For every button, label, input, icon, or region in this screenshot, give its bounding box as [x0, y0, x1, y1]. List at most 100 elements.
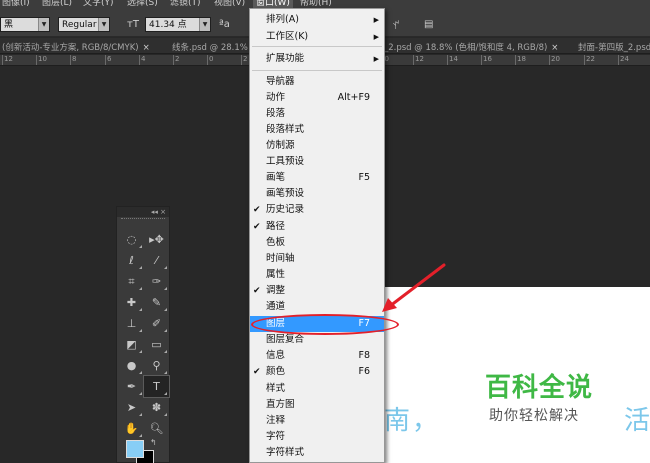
- menu-view[interactable]: 视图(V): [214, 0, 245, 8]
- menu-item-shortcut: Alt+F9: [337, 92, 370, 103]
- menu-item[interactable]: 动作 Alt+F9: [250, 90, 384, 106]
- ruler-tick: [2, 55, 3, 65]
- menu-select[interactable]: 选择(S): [127, 0, 158, 8]
- menu-image[interactable]: 图像(I): [2, 0, 30, 8]
- menu-item-label: 仿制源: [266, 140, 295, 151]
- menu-item-label: 扩展功能: [266, 53, 305, 64]
- menu-item[interactable]: 通道: [250, 299, 384, 315]
- menu-item[interactable]: 注释: [250, 413, 384, 429]
- close-icon[interactable]: ×: [143, 43, 150, 53]
- chevron-down-icon: ▼: [199, 18, 210, 31]
- menu-item[interactable]: 扩展功能 ▶: [250, 51, 384, 67]
- ruler-number: 16: [483, 55, 492, 63]
- menu-item[interactable]: 字符: [250, 429, 384, 445]
- close-icon[interactable]: ×: [551, 43, 558, 53]
- menu-item-label: 属性: [266, 269, 286, 280]
- menu-item-label: 样式: [266, 383, 286, 394]
- menu-item[interactable]: 色板: [250, 235, 384, 251]
- tab-label: 线条.psd @ 28.1%: [172, 43, 248, 53]
- menu-item-label: 段落样式: [266, 124, 305, 135]
- checkmark-icon: ✔: [253, 222, 261, 232]
- foreground-color-swatch[interactable]: [126, 440, 144, 458]
- menu-item[interactable]: ✔ 路径: [250, 219, 384, 235]
- menu-help[interactable]: 帮助(H): [300, 0, 332, 8]
- menu-item[interactable]: 画笔 F5: [250, 170, 384, 186]
- ruler-tick: [618, 55, 619, 65]
- font-style-select[interactable]: Regular ▼: [58, 17, 110, 32]
- font-family-select[interactable]: 黑 ▼: [0, 17, 50, 32]
- document-tab[interactable]: 线条.psd @ 28.1%: [172, 41, 248, 53]
- ruler-number: 8: [72, 55, 77, 63]
- hand-tool-icon[interactable]: ✋: [119, 418, 144, 439]
- menu-item-label: 时间轴: [266, 253, 295, 264]
- ruler-tick: [173, 55, 174, 65]
- menu-type[interactable]: 文字(Y): [83, 0, 114, 8]
- type-tool-icon[interactable]: T: [143, 375, 170, 398]
- quick-select-tool-icon[interactable]: ⁄: [144, 250, 169, 271]
- shape-tool-icon[interactable]: ✽: [144, 397, 169, 418]
- menu-layer[interactable]: 图层(L): [42, 0, 72, 8]
- clone-stamp-tool-icon[interactable]: ⊥: [119, 313, 144, 334]
- document-tab[interactable]: (创新活动-专业方案, RGB/8/CMYK) ×: [2, 41, 150, 53]
- move-tool-icon[interactable]: ▸✥: [144, 229, 169, 250]
- menu-window[interactable]: 窗口(W): [253, 0, 293, 8]
- menu-item-shortcut: F6: [358, 366, 370, 377]
- menu-item[interactable]: 直方图: [250, 397, 384, 413]
- warp-text-icon[interactable]: ꀈ: [392, 19, 400, 32]
- dodge-tool-icon[interactable]: ⚲: [144, 355, 169, 376]
- menu-item[interactable]: 属性: [250, 267, 384, 283]
- brush-tool-icon[interactable]: ✎: [144, 292, 169, 313]
- crop-tool-icon[interactable]: ⌗: [119, 271, 144, 292]
- history-brush-tool-icon[interactable]: ✐: [144, 313, 169, 334]
- antialias-icon[interactable]: ªa: [219, 19, 230, 30]
- menu-item[interactable]: 画笔预设: [250, 186, 384, 202]
- ruler-number: 6: [107, 55, 112, 63]
- menu-item[interactable]: ✔ 历史记录: [250, 202, 384, 218]
- healing-brush-tool-icon[interactable]: ✚: [119, 292, 144, 313]
- ruler-number: 0: [209, 55, 214, 63]
- panel-grip[interactable]: [121, 218, 165, 224]
- menu-item[interactable]: ✔ 颜色 F6: [250, 364, 384, 380]
- menu-item[interactable]: 样式: [250, 381, 384, 397]
- font-size-select[interactable]: 41.34 点 ▼: [145, 17, 211, 32]
- pen-tool-icon[interactable]: ✒: [119, 376, 144, 397]
- menu-item-label: 工作区(K): [266, 31, 309, 42]
- eyedropper-tool-icon[interactable]: ✑: [144, 271, 169, 292]
- menu-separator: [252, 70, 382, 71]
- ruler-tick: [549, 55, 550, 65]
- document-tab[interactable]: 封面-第四版_2.psd: [578, 41, 650, 53]
- path-select-tool-icon[interactable]: ➤: [119, 397, 144, 418]
- menu-filter[interactable]: 滤镜(T): [170, 0, 201, 8]
- menu-item-label: 画笔: [266, 172, 286, 183]
- menu-item[interactable]: 排列(A) ▶: [250, 12, 384, 28]
- menu-item[interactable]: 段落: [250, 106, 384, 122]
- blur-tool-icon[interactable]: ●: [119, 355, 144, 376]
- ruler-number: 22: [586, 55, 595, 63]
- menu-item[interactable]: 导航器: [250, 74, 384, 90]
- ruler-tick: [241, 55, 242, 65]
- ruler-tick: [36, 55, 37, 65]
- menu-item-label: 颜色: [266, 366, 286, 377]
- chevron-down-icon: ▼: [38, 18, 49, 31]
- ruler-number: 14: [449, 55, 458, 63]
- checkmark-icon: ✔: [253, 367, 261, 377]
- menu-item[interactable]: 信息 F8: [250, 348, 384, 364]
- menu-item[interactable]: 段落样式: [250, 122, 384, 138]
- panel-collapse-button[interactable]: ◂◂ ×: [117, 207, 169, 217]
- menu-item[interactable]: 工具预设: [250, 154, 384, 170]
- menu-item[interactable]: 仿制源: [250, 138, 384, 154]
- gradient-tool-icon[interactable]: ▭: [144, 334, 169, 355]
- tools-panel: ◂◂ × ◌ ▸✥ ℓ ⁄ ⌗ ✑ ✚ ✎ ⊥ ✐ ◩ ▭ ● ⚲ ✒ T ➤ …: [116, 206, 170, 463]
- panels-toggle-icon[interactable]: ▤: [424, 19, 433, 30]
- marquee-tool-icon[interactable]: ◌: [119, 229, 144, 250]
- lasso-tool-icon[interactable]: ℓ: [119, 250, 144, 271]
- menu-item[interactable]: 时间轴: [250, 251, 384, 267]
- swap-colors-icon[interactable]: ↰: [150, 438, 157, 447]
- document-tab[interactable]: _2.psd @ 18.8% (色相/饱和度 4, RGB/8) ×: [384, 41, 558, 53]
- eraser-tool-icon[interactable]: ◩: [119, 334, 144, 355]
- menu-item[interactable]: ✔ 调整: [250, 283, 384, 299]
- menu-item[interactable]: 字符样式: [250, 445, 384, 461]
- zoom-tool-icon[interactable]: 🔍︎: [144, 418, 169, 439]
- menu-item[interactable]: 工作区(K) ▶: [250, 29, 384, 45]
- menu-bar: 图像(I) 图层(L) 文字(Y) 选择(S) 滤镜(T) 视图(V) 窗口(W…: [0, 0, 650, 8]
